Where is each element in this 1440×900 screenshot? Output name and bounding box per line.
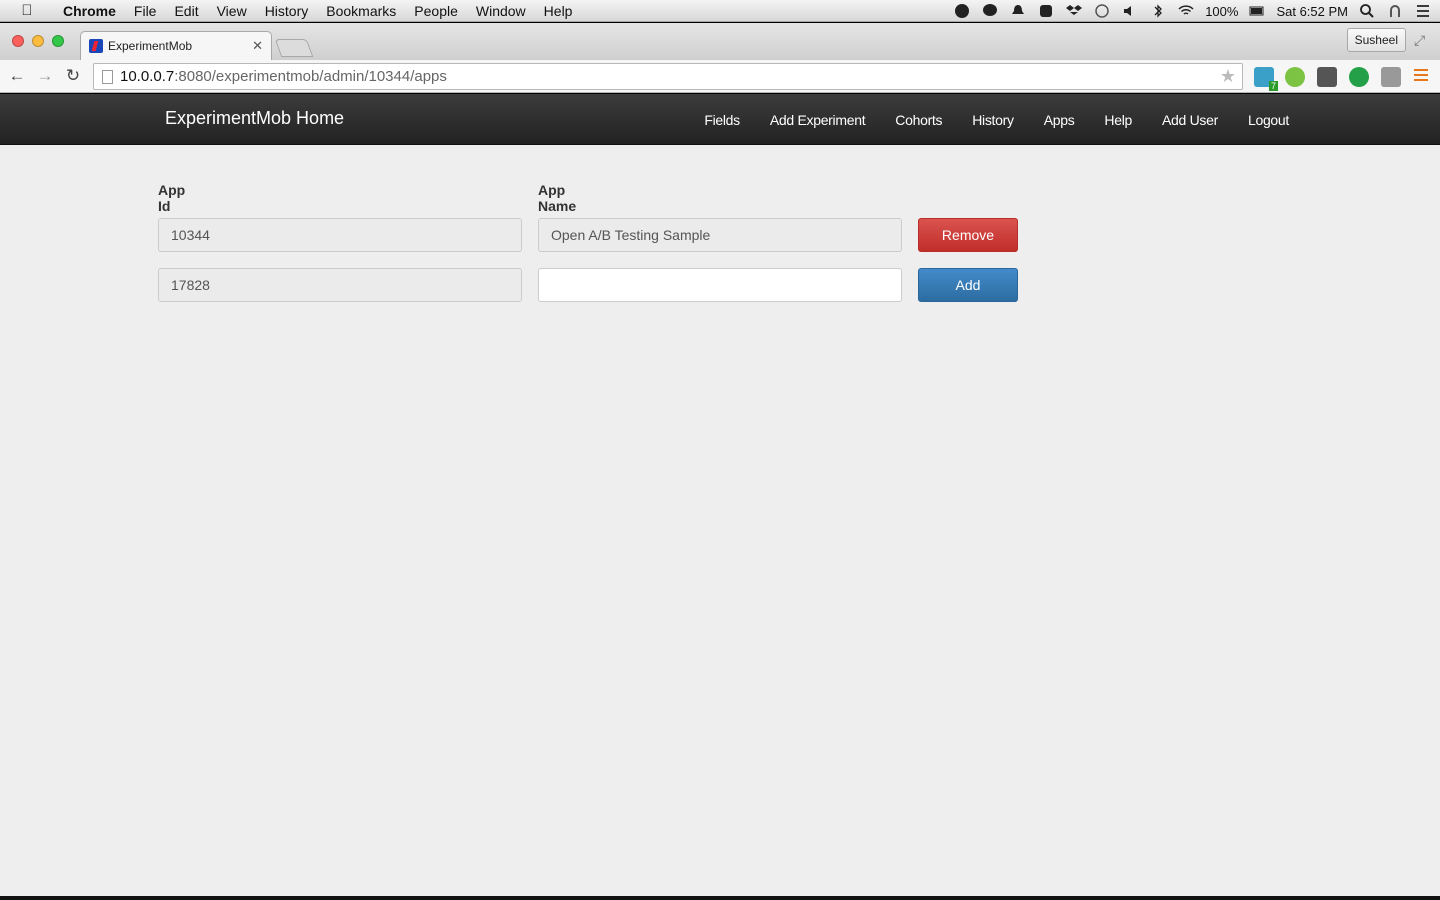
experimentmob-favicon-icon bbox=[89, 39, 103, 53]
menu-history[interactable]: History bbox=[256, 0, 318, 22]
add-app-button[interactable]: Add bbox=[918, 268, 1018, 302]
app-name-column-label: App Name bbox=[538, 182, 577, 214]
address-bar[interactable]: 10.0.0.7:8080/experimentmob/admin/10344/… bbox=[93, 63, 1243, 90]
app-id-column-label: App Id bbox=[158, 182, 186, 214]
remove-app-button[interactable]: Remove bbox=[918, 218, 1018, 252]
bookmark-star-icon[interactable]: ★ bbox=[1220, 66, 1236, 87]
tab-title: ExperimentMob bbox=[108, 39, 193, 53]
url-path: :8080/experimentmob/admin/10344/apps bbox=[174, 68, 447, 85]
status-area: 100% Sat 6:52 PM bbox=[953, 0, 1432, 22]
menu-view[interactable]: View bbox=[208, 0, 256, 22]
tab-experimentmob[interactable]: ExperimentMob ✕ bbox=[80, 31, 272, 60]
spotlight-search-icon[interactable] bbox=[1358, 3, 1376, 19]
extension-badge: 7 bbox=[1268, 81, 1278, 91]
menu-window[interactable]: Window bbox=[467, 0, 535, 22]
nav-add-experiment[interactable]: Add Experiment bbox=[755, 112, 880, 128]
reload-icon[interactable]: ↻ bbox=[63, 66, 83, 86]
menu-help[interactable]: Help bbox=[535, 0, 582, 22]
volume-icon[interactable] bbox=[1121, 3, 1139, 19]
mac-menu-bar:  Chrome File Edit View History Bookmark… bbox=[0, 0, 1440, 22]
top-navbar: ExperimentMob Home Fields Add Experiment… bbox=[0, 94, 1440, 145]
page-viewport: ExperimentMob Home Fields Add Experiment… bbox=[0, 94, 1440, 896]
profile-button[interactable]: Susheel bbox=[1346, 28, 1406, 52]
checkmark-shield-icon[interactable] bbox=[1037, 3, 1055, 19]
minimize-window-button[interactable] bbox=[32, 35, 44, 47]
nav-history[interactable]: History bbox=[957, 112, 1028, 128]
evernote-clipper-icon[interactable] bbox=[1285, 67, 1305, 87]
nav-apps[interactable]: Apps bbox=[1029, 112, 1090, 128]
window-bottom-edge bbox=[0, 896, 1440, 900]
chat-bubble-icon[interactable] bbox=[981, 3, 999, 19]
pocket-icon[interactable] bbox=[1317, 67, 1337, 87]
pushbullet-icon[interactable] bbox=[1349, 67, 1369, 87]
menu-file[interactable]: File bbox=[125, 0, 166, 22]
nav-fields[interactable]: Fields bbox=[689, 112, 755, 128]
user-icon[interactable] bbox=[1386, 3, 1404, 19]
brand-link[interactable]: ExperimentMob Home bbox=[165, 108, 344, 129]
notification-bell-icon[interactable] bbox=[1009, 3, 1027, 19]
nav-help[interactable]: Help bbox=[1089, 112, 1147, 128]
nav-cohorts[interactable]: Cohorts bbox=[880, 112, 957, 128]
app-name-input[interactable] bbox=[538, 268, 902, 302]
nav-logout[interactable]: Logout bbox=[1233, 112, 1304, 128]
nav-add-user[interactable]: Add User bbox=[1147, 112, 1233, 128]
battery-icon[interactable] bbox=[1248, 3, 1266, 19]
chrome-menu-icon[interactable] bbox=[1414, 69, 1428, 81]
bluetooth-icon[interactable] bbox=[1149, 3, 1167, 19]
url-host: 10.0.0.7 bbox=[120, 68, 175, 85]
new-tab-button[interactable] bbox=[274, 39, 314, 57]
tab-strip: ExperimentMob ✕ Susheel ⤢ bbox=[0, 23, 1440, 60]
app-name-field-row-1: Open A/B Testing Sample bbox=[538, 218, 902, 252]
recycle-extension-icon[interactable] bbox=[1381, 67, 1401, 87]
app-id-field-row-2: 17828 bbox=[158, 268, 522, 302]
page-icon bbox=[102, 70, 113, 84]
menu-app-chrome[interactable]: Chrome bbox=[54, 0, 125, 22]
zoom-window-button[interactable] bbox=[52, 35, 64, 47]
notification-center-icon[interactable] bbox=[1414, 3, 1432, 19]
evernote-icon[interactable] bbox=[953, 3, 971, 19]
menu-people[interactable]: People bbox=[405, 0, 467, 22]
close-tab-icon[interactable]: ✕ bbox=[252, 38, 263, 54]
close-window-button[interactable] bbox=[12, 35, 24, 47]
dropbox-icon[interactable] bbox=[1065, 3, 1083, 19]
menu-edit[interactable]: Edit bbox=[165, 0, 207, 22]
time-machine-icon[interactable] bbox=[1093, 3, 1111, 19]
apple-menu-icon[interactable]:  bbox=[0, 2, 54, 19]
back-arrow-icon[interactable]: ← bbox=[7, 66, 27, 86]
browser-toolbar: ← → ↻ 10.0.0.7:8080/experimentmob/admin/… bbox=[0, 60, 1440, 93]
wifi-icon[interactable] bbox=[1177, 3, 1195, 19]
main-nav: Fields Add Experiment Cohorts History Ap… bbox=[689, 94, 1304, 145]
battery-percent: 100% bbox=[1205, 3, 1239, 19]
forward-arrow-icon[interactable]: → bbox=[35, 66, 55, 86]
fullscreen-icon[interactable]: ⤢ bbox=[1414, 32, 1430, 48]
extension-c-icon[interactable]: 7 bbox=[1254, 67, 1278, 91]
menu-bookmarks[interactable]: Bookmarks bbox=[317, 0, 405, 22]
app-id-field-row-1: 10344 bbox=[158, 218, 522, 252]
clock[interactable]: Sat 6:52 PM bbox=[1276, 4, 1348, 19]
